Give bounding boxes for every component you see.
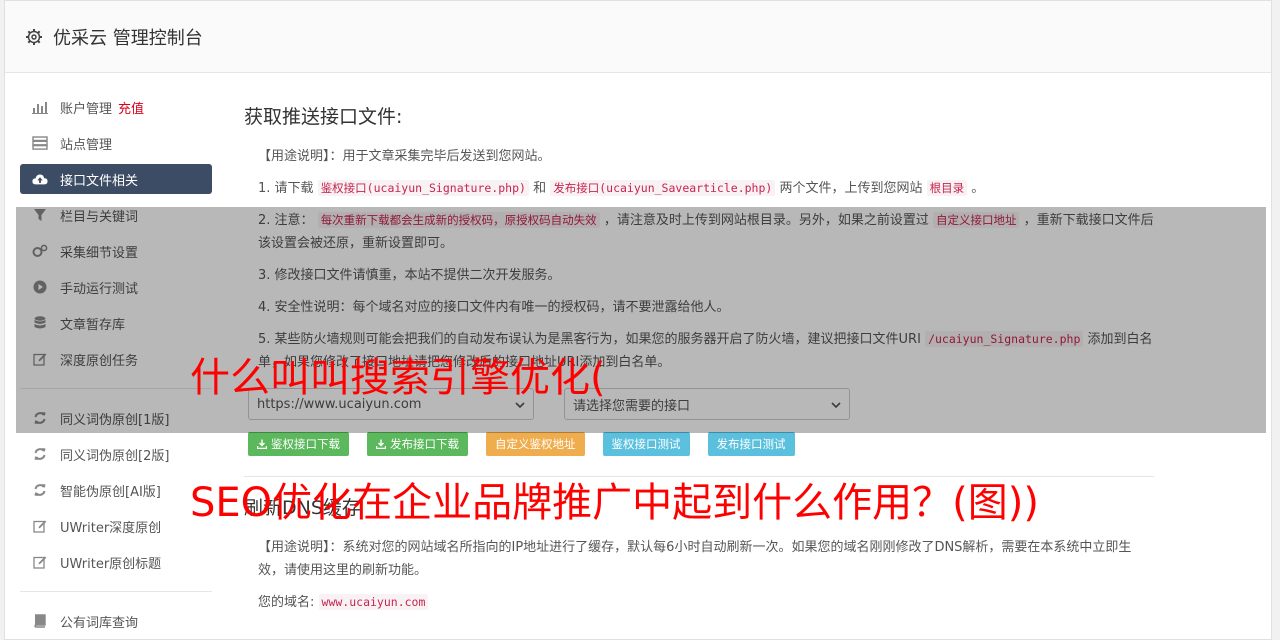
- sidebar-item-label: 同义词伪原创[1版]: [60, 412, 170, 428]
- sidebar-item-label: 账户管理: [60, 101, 113, 117]
- edit-icon: [32, 554, 48, 570]
- sidebar-item-account[interactable]: 账户管理 充值: [20, 92, 212, 122]
- overlay-headline-1: 什么叫叫搜索引擎优化(: [190, 355, 606, 401]
- text: 2. 注意：: [258, 213, 314, 228]
- sidebar-item-uwriter-deep[interactable]: UWriter深度原创: [20, 511, 212, 541]
- interface-select[interactable]: 请选择您需要的接口: [564, 388, 850, 420]
- sidebar-item-interface-files[interactable]: 接口文件相关: [20, 164, 212, 194]
- sidebar-item-label: 采集细节设置: [60, 245, 139, 261]
- sidebar-item-synonym-v1[interactable]: 同义词伪原创[1版]: [20, 403, 212, 433]
- domain-line: 您的域名: www.ucaiyun.com: [244, 591, 1154, 614]
- sidebar-item-label: 文章暂存库: [60, 317, 126, 333]
- button-row: 鉴权接口下载 发布接口下载 自定义鉴权地址 鉴权接口测试 发布接口测试: [248, 432, 1154, 456]
- sidebar-item-label: 同义词伪原创[2版]: [60, 448, 170, 464]
- sidebar-item-label: UWriter原创标题: [60, 556, 162, 572]
- refresh-icon: [32, 446, 48, 462]
- text: 1. 请下载: [258, 181, 314, 196]
- page-title: 优采云 管理控制台: [53, 27, 203, 49]
- test-publish-button[interactable]: 发布接口测试: [707, 432, 795, 456]
- bar-chart-icon: [32, 99, 48, 115]
- sidebar: 账户管理 充值 站点管理 接口文件相关 栏目与关键词 采集细节设置 手动运行测试…: [20, 92, 212, 640]
- download-icon: [257, 439, 267, 449]
- edit-icon: [32, 351, 48, 367]
- code-signature-uri: /ucaiyun_Signature.php: [925, 331, 1084, 347]
- instruction-3: 3. 修改接口文件请慎重，本站不提供二次开发服务。: [258, 268, 561, 283]
- test-auth-button[interactable]: 鉴权接口测试: [602, 432, 690, 456]
- text: 。: [971, 181, 985, 196]
- button-label: 发布接口下载: [390, 437, 459, 451]
- text: 两个文件，上传到您网站: [779, 181, 923, 196]
- sidebar-item-label: 深度原创任务: [60, 353, 139, 369]
- sidebar-item-crawl-settings[interactable]: 采集细节设置: [20, 236, 212, 266]
- download-icon: [376, 439, 386, 449]
- instruction-4: 4. 安全性说明：每个域名对应的接口文件内有唯一的授权码，请不要泄露给他人。: [258, 300, 730, 315]
- header: 优采云 管理控制台: [5, 1, 1271, 73]
- refresh-icon: [32, 482, 48, 498]
- download-auth-button[interactable]: 鉴权接口下载: [248, 432, 349, 456]
- usage-text: 【用途说明】：用于文章采集完毕后发送到您网站。: [258, 149, 551, 164]
- code-publish-file: 发布接口(ucaiyun_Savearticle.php): [550, 180, 776, 196]
- sidebar-item-label: 栏目与关键词: [60, 209, 139, 225]
- book-icon: [32, 613, 48, 629]
- domain-label: 您的域名:: [258, 595, 315, 610]
- edit-icon: [32, 518, 48, 534]
- sidebar-item-manual-run[interactable]: 手动运行测试: [20, 272, 212, 302]
- recharge-link[interactable]: 充值: [118, 98, 144, 117]
- sidebar-item-label: 公有词库查询: [60, 615, 139, 631]
- gear-icon: [25, 28, 43, 46]
- sidebar-item-label: 智能伪原创[AI版]: [60, 484, 161, 500]
- instruction-2: 2. 注意： 每次重新下载都会生成新的授权码，原授权码自动失效 ，请注意及时上传…: [244, 209, 1154, 255]
- sidebar-item-sites[interactable]: 站点管理: [20, 128, 212, 158]
- code-root-dir: 根目录: [926, 180, 968, 196]
- dns-usage-text: 【用途说明】：系统对您的网站域名所指向的IP地址进行了缓存，默认每6小时自动刷新…: [258, 540, 1132, 578]
- sidebar-item-synonym-v2[interactable]: 同义词伪原创[2版]: [20, 439, 212, 469]
- cogs-icon: [32, 243, 48, 259]
- sidebar-item-label: UWriter深度原创: [60, 520, 162, 536]
- section-title-push-interface: 获取推送接口文件:: [244, 106, 403, 128]
- sidebar-item-columns-keywords[interactable]: 栏目与关键词: [20, 200, 212, 230]
- filter-icon: [32, 207, 48, 223]
- sidebar-item-label: 站点管理: [60, 137, 113, 153]
- button-label: 鉴权接口下载: [271, 437, 340, 451]
- sidebar-item-deep-original[interactable]: 深度原创任务: [20, 344, 212, 374]
- code-custom-interface: 自定义接口地址: [932, 212, 1020, 228]
- play-circle-icon: [32, 279, 48, 295]
- domain-value: www.ucaiyun.com: [318, 594, 429, 610]
- server-icon: [32, 135, 48, 151]
- sidebar-divider: [20, 388, 212, 389]
- overlay-headline-2: SEO优化在企业品牌推广中起到什么作用？(图)): [190, 480, 1039, 526]
- database-icon: [32, 315, 48, 331]
- sidebar-item-uwriter-title[interactable]: UWriter原创标题: [20, 547, 212, 577]
- text: 和: [533, 181, 547, 196]
- code-regenerate-warning: 每次重新下载都会生成新的授权码，原授权码自动失效: [317, 212, 600, 228]
- download-publish-button[interactable]: 发布接口下载: [367, 432, 468, 456]
- sidebar-item-public-lexicon[interactable]: 公有词库查询: [20, 606, 212, 636]
- sidebar-item-label: 接口文件相关: [60, 173, 139, 189]
- sidebar-item-label: 手动运行测试: [60, 281, 139, 297]
- sidebar-divider: [20, 591, 212, 592]
- code-auth-file: 鉴权接口(ucaiyun_Signature.php): [317, 180, 529, 196]
- custom-auth-url-button[interactable]: 自定义鉴权地址: [486, 432, 585, 456]
- sidebar-item-smart-ai[interactable]: 智能伪原创[AI版]: [20, 475, 212, 505]
- text: ，请注意及时上传到网站根目录。另外，如果之前设置过: [603, 213, 929, 228]
- sidebar-item-article-store[interactable]: 文章暂存库: [20, 308, 212, 338]
- cloud-upload-icon: [32, 171, 48, 187]
- instruction-1: 1. 请下载 鉴权接口(ucaiyun_Signature.php) 和 发布接…: [244, 177, 1154, 200]
- chevron-down-icon: [831, 397, 841, 412]
- refresh-icon: [32, 410, 48, 426]
